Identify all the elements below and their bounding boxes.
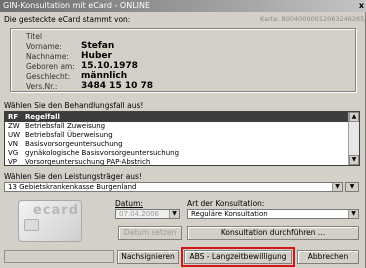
field-key-nachname: Nachname: [26, 52, 69, 61]
leistungstraeger-select[interactable]: 13 Gebietskrankenkasse Burgenland ▼ [4, 182, 343, 192]
field-value-nachname: Huber [81, 51, 112, 61]
field-key-titel: Titel [26, 32, 43, 41]
datum-label: Datum: [115, 199, 143, 208]
behandlungsfall-label: Wählen Sie den Behandlungsfall aus! [4, 101, 144, 110]
field-key-geboren: Geboren am: [26, 62, 75, 71]
chevron-down-icon[interactable]: ▼ [346, 183, 358, 191]
field-value-vorname: Stefan [81, 41, 115, 51]
datum-value: 07.04.2006 [119, 210, 160, 218]
ecard-logo: ecard [33, 203, 80, 218]
field-key-vorname: Vorname: [26, 42, 62, 51]
status-field [4, 250, 114, 263]
window-title: GIN-Konsultation mit eCard - ONLINE [3, 1, 151, 10]
chevron-down-icon[interactable]: ▼ [169, 210, 179, 218]
field-value-geboren: 15.10.1978 [81, 61, 138, 71]
card-number: Karte: 80040000012063246265/1 [260, 15, 366, 23]
chevron-down-icon[interactable]: ▼ [332, 183, 342, 191]
konsultation-window: GIN-Konsultation mit eCard - ONLINE x Di… [0, 0, 366, 268]
chip-icon [24, 219, 39, 231]
field-value-geschlecht: männlich [81, 71, 128, 81]
list-item-label: Vorsorgeuntersuchung PAP-Abstrich [25, 158, 151, 166]
patient-info-box: Titel Vorname: Stefan Nachname: Huber Ge… [10, 28, 356, 92]
leistungstraeger-value: 13 Gebietskrankenkasse Burgenland [8, 183, 137, 191]
art-label: Art der Konsultation: [187, 199, 265, 208]
card-origin-heading: Die gesteckte eCard stammt von: [4, 15, 131, 24]
scroll-down-icon[interactable]: ▼ [349, 155, 359, 165]
list-item-code: VP [8, 158, 18, 166]
field-value-versnr: 3484 15 10 78 [81, 81, 154, 91]
ecard-image: ecard [18, 200, 82, 242]
konsultation-durchfuehren-button[interactable]: Konsultation durchführen ... [187, 226, 359, 240]
behandlungsfall-list[interactable]: RF Regelfall ZW Betriebsfall Zuweisung U… [4, 111, 360, 166]
datum-field[interactable]: 07.04.2006 ▼ [115, 209, 180, 219]
nachsignieren-button[interactable]: Nachsignieren [117, 250, 179, 264]
list-scrollbar[interactable]: ▲ ▼ [348, 112, 359, 165]
art-value: Reguläre Konsultation [191, 210, 268, 218]
datum-setzen-button[interactable]: Datum setzen [118, 226, 182, 240]
chevron-down-icon[interactable]: ▼ [348, 210, 358, 218]
close-icon[interactable]: x [359, 0, 364, 12]
abs-langzeitbewilligung-button[interactable]: ABS - Langzeitbewilligung [181, 247, 295, 267]
field-key-versnr: Vers.Nr.: [26, 82, 58, 91]
title-bar: GIN-Konsultation mit eCard - ONLINE x [0, 0, 366, 12]
leistungstraeger-label: Wählen Sie den Leistungsträger aus! [4, 172, 142, 181]
scroll-up-icon[interactable]: ▲ [349, 112, 359, 122]
leistungstraeger-extra-button[interactable]: ▼ [345, 182, 359, 192]
field-key-geschlecht: Geschlecht: [26, 72, 71, 81]
abbrechen-button[interactable]: Abbrechen [297, 250, 359, 264]
art-select[interactable]: Reguläre Konsultation ▼ [187, 209, 359, 219]
list-item-vp[interactable]: VP Vorsorgeuntersuchung PAP-Abstrich [5, 157, 349, 166]
